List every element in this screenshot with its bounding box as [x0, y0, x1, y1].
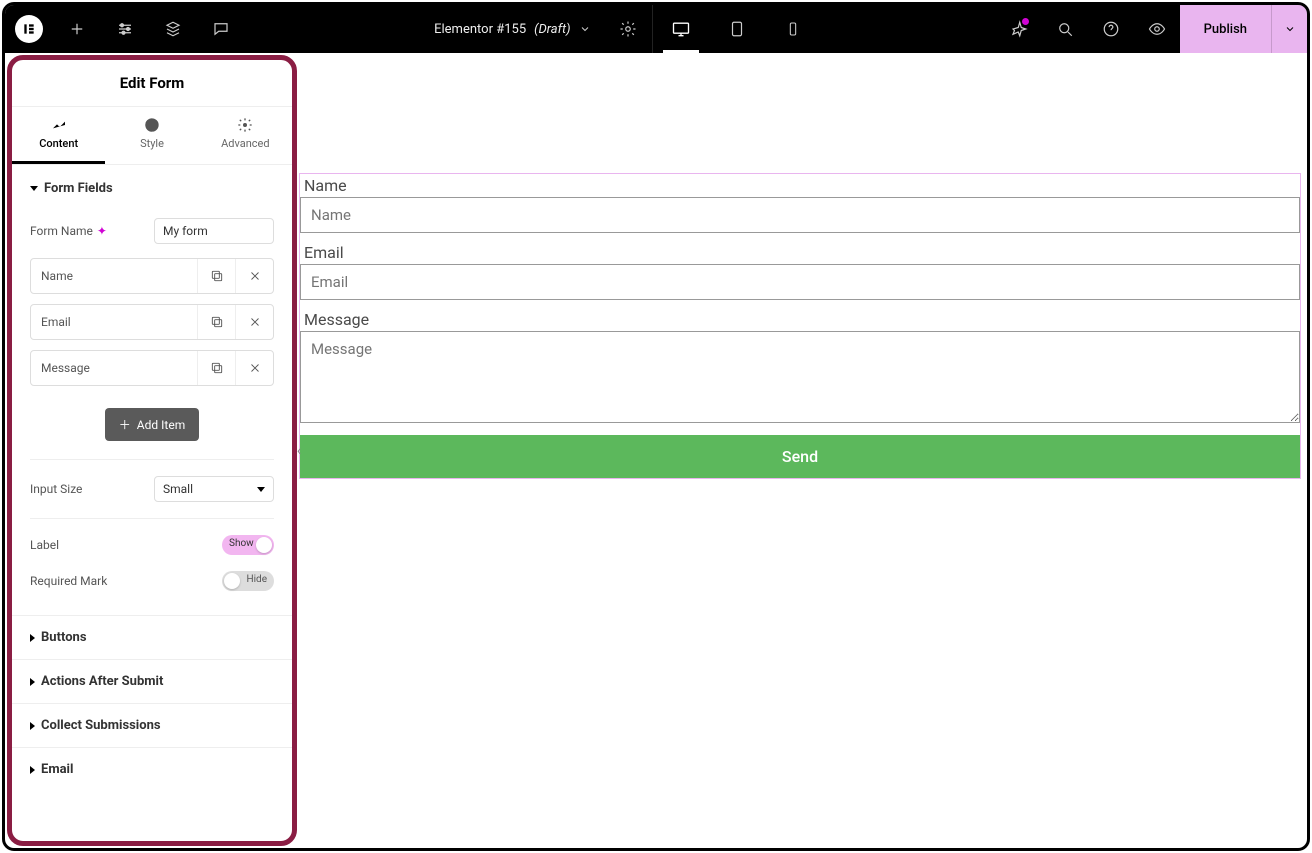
device-tablet[interactable]: [709, 5, 765, 53]
plus-icon: ＋: [119, 416, 131, 433]
tab-advanced[interactable]: Advanced: [199, 107, 292, 164]
structure-icon[interactable]: [149, 5, 197, 53]
field-label: Message: [300, 308, 1300, 331]
comment-icon[interactable]: [197, 5, 245, 53]
section-form-fields[interactable]: Form Fields: [12, 165, 292, 210]
caret-right-icon: [30, 678, 35, 686]
device-mobile[interactable]: [765, 5, 821, 53]
preview-icon[interactable]: [1134, 5, 1180, 53]
page-settings-icon[interactable]: [605, 5, 653, 53]
field-item[interactable]: Message: [30, 350, 274, 386]
help-icon[interactable]: [1088, 5, 1134, 53]
field-item[interactable]: Email: [30, 304, 274, 340]
form-widget[interactable]: Name Email Message Send: [299, 173, 1301, 479]
notification-dot: [1022, 18, 1029, 25]
caret-right-icon: [30, 634, 35, 642]
input-size-select[interactable]: Small: [154, 476, 274, 502]
device-desktop[interactable]: [653, 5, 709, 53]
field-label: Email: [300, 241, 1300, 264]
tab-content[interactable]: Content: [12, 107, 105, 164]
publish-button[interactable]: Publish: [1180, 5, 1271, 53]
settings-sliders-icon[interactable]: [101, 5, 149, 53]
remove-icon[interactable]: [235, 351, 273, 385]
duplicate-icon[interactable]: [197, 305, 235, 339]
topbar: Elementor #155 (Draft) Publish: [5, 5, 1307, 53]
name-input[interactable]: [300, 197, 1300, 233]
field-label: Name: [300, 174, 1300, 197]
notifications-icon[interactable]: [996, 5, 1042, 53]
section-email[interactable]: Email: [12, 747, 292, 791]
input-size-label: Input Size: [30, 482, 82, 496]
duplicate-icon[interactable]: [197, 259, 235, 293]
section-actions-after-submit[interactable]: Actions After Submit: [12, 659, 292, 703]
email-input[interactable]: [300, 264, 1300, 300]
field-list: Name Email Message: [12, 252, 292, 398]
search-icon[interactable]: [1042, 5, 1088, 53]
caret-right-icon: [30, 766, 35, 774]
ai-icon[interactable]: ✦: [97, 224, 107, 238]
caret-down-icon: [30, 186, 38, 191]
form-name-label: Form Name✦: [30, 224, 107, 238]
submit-button[interactable]: Send: [300, 435, 1300, 478]
panel-collapse-handle[interactable]: ‹: [295, 436, 303, 466]
publish-options[interactable]: [1271, 5, 1307, 53]
document-title[interactable]: Elementor #155 (Draft): [420, 5, 604, 53]
doc-status: (Draft): [534, 22, 570, 37]
remove-icon[interactable]: [235, 259, 273, 293]
chevron-down-icon: [579, 23, 591, 35]
remove-icon[interactable]: [235, 305, 273, 339]
editor-panel: Edit Form Content Style Advanced Form Fi…: [7, 55, 297, 846]
add-item-button[interactable]: ＋Add Item: [105, 408, 199, 441]
field-item[interactable]: Name: [30, 258, 274, 294]
required-mark-label: Required Mark: [30, 574, 107, 588]
chevron-down-icon: [257, 487, 265, 492]
tab-style[interactable]: Style: [105, 107, 198, 164]
required-mark-toggle[interactable]: Hide: [222, 571, 274, 591]
panel-tabs: Content Style Advanced: [12, 107, 292, 165]
section-buttons[interactable]: Buttons: [12, 615, 292, 659]
panel-title: Edit Form: [12, 60, 292, 107]
elementor-logo[interactable]: [5, 5, 53, 53]
message-input[interactable]: [300, 331, 1300, 423]
doc-name: Elementor #155: [434, 22, 526, 37]
duplicate-icon[interactable]: [197, 351, 235, 385]
caret-right-icon: [30, 722, 35, 730]
label-toggle[interactable]: Show: [222, 535, 274, 555]
canvas[interactable]: Name Email Message Send: [297, 53, 1307, 848]
form-name-input[interactable]: [154, 218, 274, 244]
section-collect-submissions[interactable]: Collect Submissions: [12, 703, 292, 747]
add-icon[interactable]: [53, 5, 101, 53]
label-toggle-label: Label: [30, 538, 59, 552]
